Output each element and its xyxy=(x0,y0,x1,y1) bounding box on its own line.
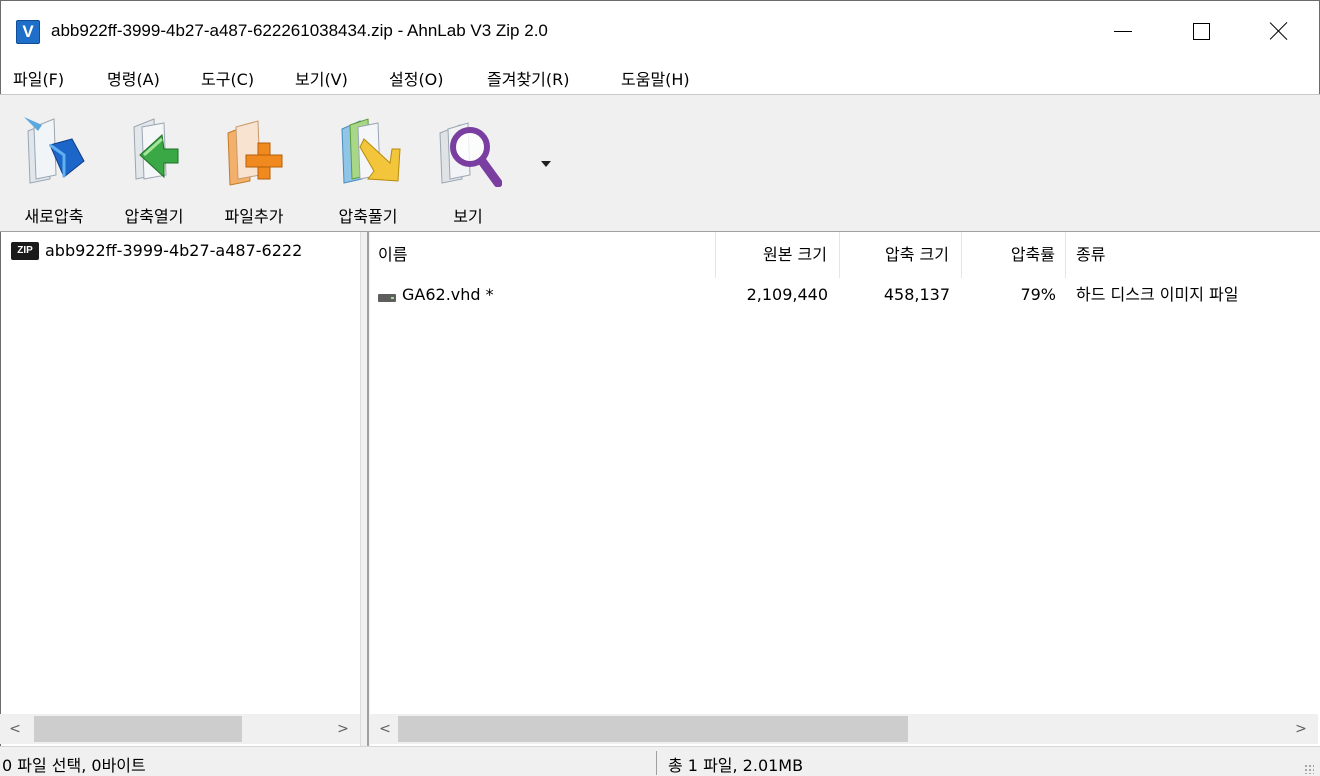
zip-archive-icon: ZIP xyxy=(11,241,39,260)
view-dropdown-arrow-icon[interactable] xyxy=(541,161,551,167)
file-name: GA62.vhd * xyxy=(402,285,494,304)
window-title: abb922ff-3999-4b27-a487-622261038434.zip… xyxy=(51,21,548,40)
menu-help[interactable]: 도움말(H) xyxy=(621,66,690,90)
resize-grip-icon[interactable] xyxy=(1304,764,1314,774)
close-icon xyxy=(1269,21,1289,41)
close-button[interactable] xyxy=(1235,1,1320,61)
total-status: 총 1 파일, 2.01MB xyxy=(668,756,804,775)
status-bar: 0 파일 선택, 0바이트 총 1 파일, 2.01MB xyxy=(0,746,1320,776)
original-size-cell: 2,109,440 xyxy=(746,285,828,304)
scroll-left-arrow-icon[interactable]: < xyxy=(4,714,26,744)
menu-tools[interactable]: 도구(C) xyxy=(201,66,254,90)
type-cell: 하드 디스크 이미지 파일 xyxy=(1076,285,1239,304)
maximize-icon xyxy=(1192,22,1210,40)
folder-tree-pane: ZIP abb922ff-3999-4b27-a487-6222 xyxy=(0,232,360,746)
tree-item-archive[interactable]: ZIP abb922ff-3999-4b27-a487-6222 xyxy=(11,241,302,260)
column-header-name[interactable]: 이름 xyxy=(370,232,716,278)
menu-command[interactable]: 명령(A) xyxy=(107,66,160,90)
column-header-type[interactable]: 종류 xyxy=(1066,232,1318,278)
open-archive-icon xyxy=(133,118,179,180)
app-logo-icon: V xyxy=(16,20,40,44)
compressed-size-cell: 458,137 xyxy=(883,285,950,304)
add-file-icon xyxy=(227,120,283,186)
menu-file[interactable]: 파일(F) xyxy=(13,66,64,90)
status-divider xyxy=(656,751,657,775)
menu-view[interactable]: 보기(V) xyxy=(295,66,348,90)
scroll-right-arrow-icon[interactable]: > xyxy=(332,714,354,744)
selection-status: 0 파일 선택, 0바이트 xyxy=(2,756,146,775)
file-list-pane: 이름 원본 크기 압축 크기 압축률 종류 GA62.vhd * 2,109,4… xyxy=(370,232,1318,746)
scroll-left-arrow-icon[interactable]: < xyxy=(374,714,396,744)
toolbar: 새로압축 압축열기 파일추가 압축풀기 보기 xyxy=(0,94,1320,232)
new-compress-button[interactable]: 새로압축 xyxy=(6,103,102,226)
pane-splitter[interactable] xyxy=(360,232,370,746)
column-header-original-size[interactable]: 원본 크기 xyxy=(716,232,840,278)
tree-item-label: abb922ff-3999-4b27-a487-6222 xyxy=(45,241,303,260)
add-file-button[interactable]: 파일추가 xyxy=(206,103,302,226)
menu-settings[interactable]: 설정(O) xyxy=(389,66,444,90)
column-header-ratio[interactable]: 압축률 xyxy=(962,232,1066,278)
scroll-thumb[interactable] xyxy=(398,716,908,742)
new-compress-label: 새로압축 xyxy=(24,207,84,226)
scroll-thumb[interactable] xyxy=(34,716,242,742)
minimize-button[interactable] xyxy=(1079,1,1167,61)
tree-horizontal-scrollbar[interactable]: < > xyxy=(0,714,360,744)
view-button[interactable]: 보기 xyxy=(420,103,516,226)
title-bar: V abb922ff-3999-4b27-a487-622261038434.z… xyxy=(0,0,1320,60)
minimize-icon xyxy=(1114,30,1132,32)
extract-label: 압축풀기 xyxy=(338,207,398,226)
menu-favorites[interactable]: 즐겨찾기(R) xyxy=(487,66,569,90)
menu-bar: 파일(F) 명령(A) 도구(C) 보기(V) 설정(O) 즐겨찾기(R) 도움… xyxy=(0,60,1320,94)
hard-disk-icon xyxy=(378,293,396,302)
table-row[interactable]: GA62.vhd * 2,109,440 458,137 79% 하드 디스크 … xyxy=(370,278,1318,312)
view-icon xyxy=(439,122,502,187)
open-archive-button[interactable]: 압축열기 xyxy=(106,103,202,226)
extract-button[interactable]: 압축풀기 xyxy=(320,103,416,226)
extract-icon xyxy=(341,118,401,184)
list-horizontal-scrollbar[interactable]: < > xyxy=(370,714,1318,744)
new-compress-icon xyxy=(24,117,85,184)
ratio-cell: 79% xyxy=(1020,285,1056,304)
column-header-compressed-size[interactable]: 압축 크기 xyxy=(840,232,962,278)
maximize-button[interactable] xyxy=(1157,1,1245,61)
add-file-label: 파일추가 xyxy=(224,207,284,226)
view-label: 보기 xyxy=(453,207,483,226)
open-archive-label: 압축열기 xyxy=(124,207,184,226)
file-name-cell: GA62.vhd * xyxy=(378,278,714,312)
scroll-right-arrow-icon[interactable]: > xyxy=(1290,714,1312,744)
